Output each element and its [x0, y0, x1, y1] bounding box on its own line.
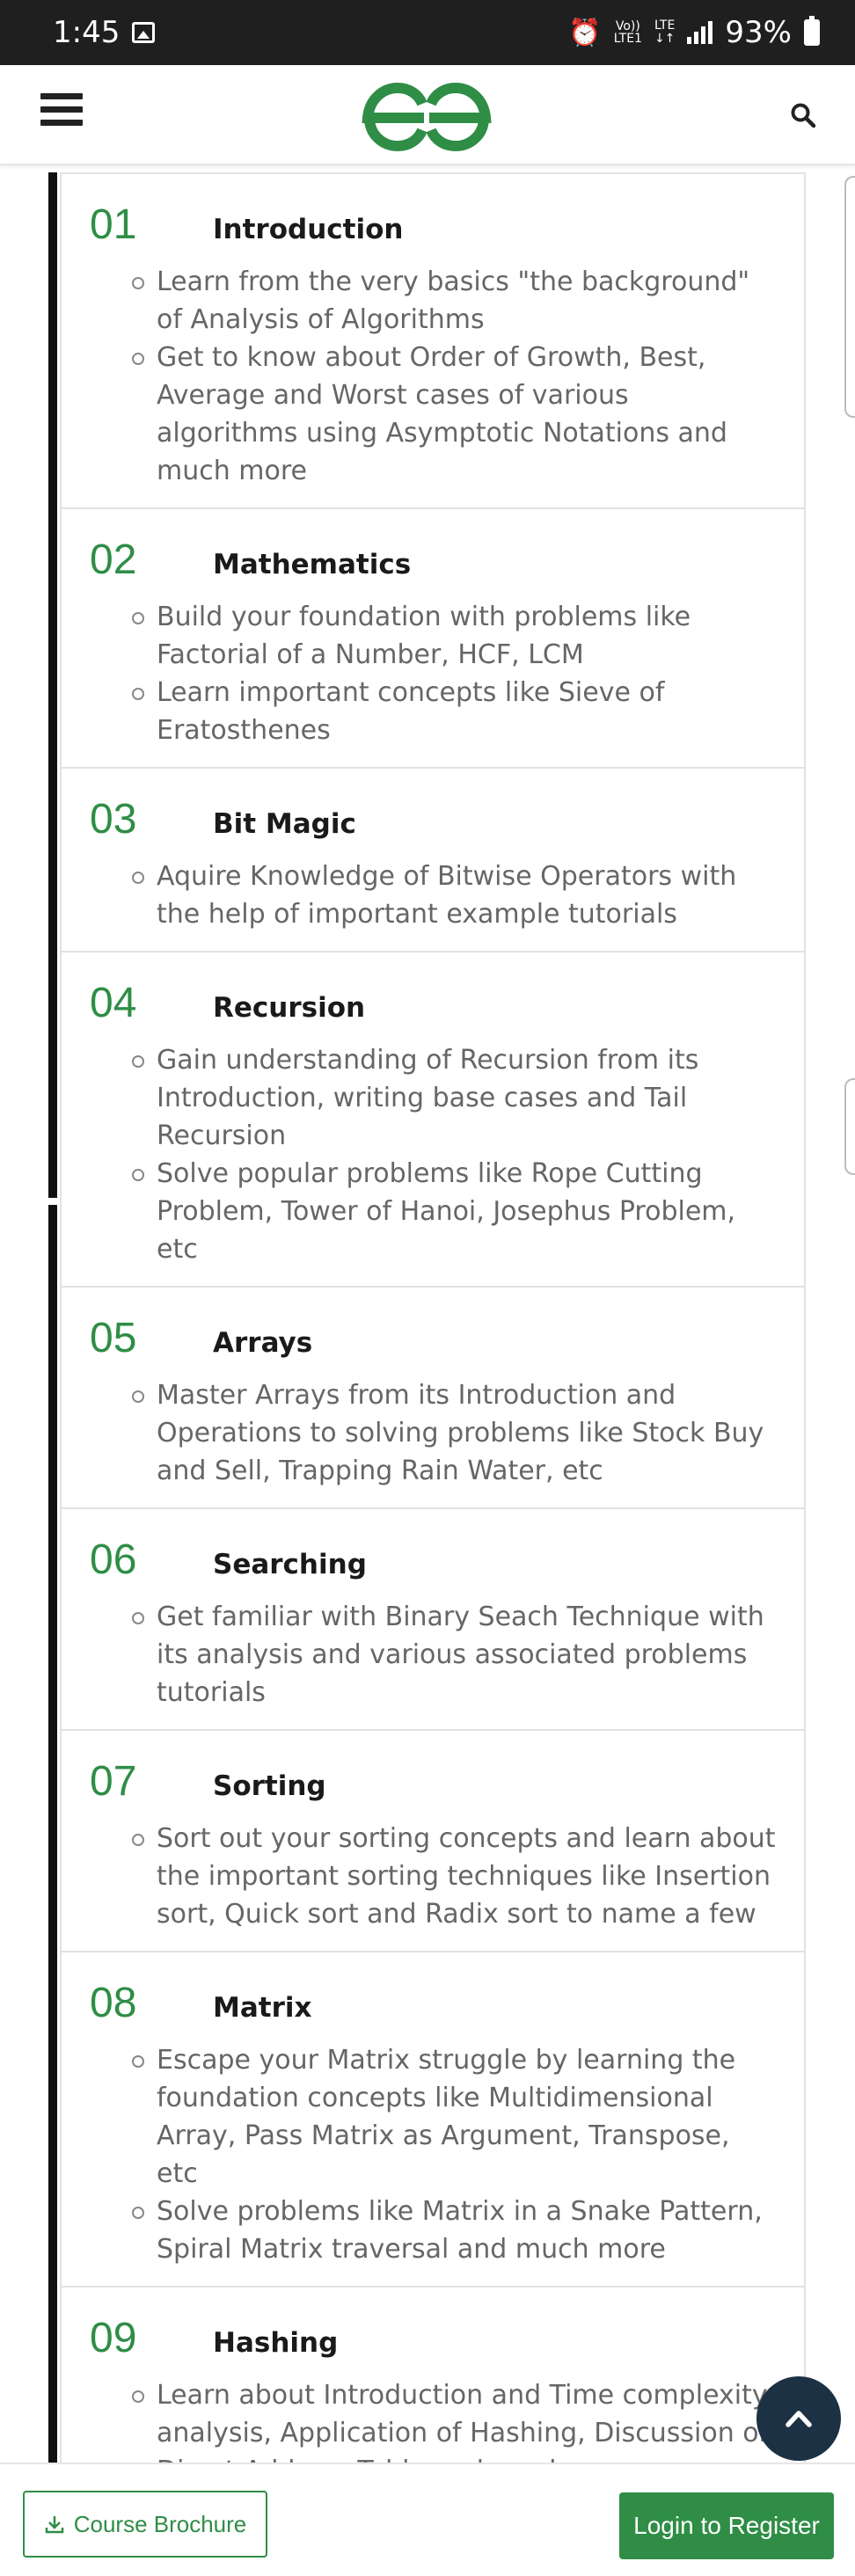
status-time: 1:45: [53, 15, 121, 50]
signal-icon: [687, 21, 713, 44]
timeline-bar: [48, 172, 57, 2463]
topic-list: 01 Introduction Learn from the very basics…: [60, 172, 806, 2463]
topic-header: 06 Searching: [90, 1536, 778, 1584]
timeline-gap: [48, 1198, 57, 1205]
hamburger-menu-icon[interactable]: [40, 93, 83, 132]
topic-point: Solve problems like Matrix in a Snake Pa…: [90, 2193, 778, 2268]
topic-number: 05: [90, 1315, 137, 1361]
status-bar: 1:45 ⏰ Vo)) LTE1 LTE ↓↑ 93%: [0, 0, 855, 65]
topic-point: Get familiar with Binary Seach Technique…: [90, 1598, 778, 1711]
app-header: [0, 65, 855, 165]
lte-line1: LTE: [654, 18, 676, 33]
gfg-logo[interactable]: [361, 79, 493, 153]
topic-points: Escape your Matrix struggle by learning …: [90, 2041, 778, 2268]
topic-header: 09 Hashing: [90, 2314, 778, 2362]
topic-card[interactable]: 08 Matrix Escape your Matrix struggle by l…: [62, 1952, 804, 2288]
topic-point: Learn from the very basics "the backgrou…: [90, 263, 778, 339]
topic-card[interactable]: 02 Mathematics Build your foundation with …: [62, 509, 804, 769]
topic-number: 06: [90, 1536, 137, 1583]
side-scroll-handle[interactable]: [844, 176, 855, 418]
topic-point: Learn about Introduction and Time comple…: [90, 2376, 778, 2463]
topic-header: 07 Sorting: [90, 1757, 778, 1806]
course-brochure-label: Course Brochure: [73, 2510, 247, 2537]
topic-points: Gain understanding of Recursion from its…: [90, 1041, 778, 1268]
topic-card[interactable]: 06 Searching Get familiar with Binary Seac…: [62, 1509, 804, 1731]
topic-card[interactable]: 07 Sorting Sort out your sorting concepts …: [62, 1731, 804, 1952]
download-icon: [45, 2516, 63, 2534]
topic-header: 02 Mathematics: [90, 536, 778, 584]
lte-indicator: LTE ↓↑: [654, 19, 675, 46]
alarm-icon: ⏰: [568, 17, 602, 48]
image-notification-icon: [132, 22, 156, 43]
topic-point: Aquire Knowledge of Bitwise Operators wi…: [90, 857, 778, 933]
topic-point: Sort out your sorting concepts and learn…: [90, 1820, 778, 1933]
topic-card[interactable]: 04 Recursion Gain understanding of Recursi…: [62, 952, 804, 1288]
course-brochure-button[interactable]: Course Brochure: [23, 2491, 267, 2558]
topic-title: Matrix: [213, 1992, 312, 2024]
topic-point: Gain understanding of Recursion from its…: [90, 1041, 778, 1155]
battery-percent: 93%: [725, 15, 792, 50]
topic-point: Learn important concepts like Sieve of E…: [90, 674, 778, 749]
bottom-action-bar: Course Brochure Login to Register: [0, 2463, 855, 2576]
topic-title: Arrays: [213, 1327, 313, 1359]
lte-line2: ↓↑: [654, 32, 676, 46]
topic-point: Build your foundation with problems like…: [90, 598, 778, 674]
side-scroll-handle-secondary[interactable]: [844, 1078, 855, 1175]
topic-point: Escape your Matrix struggle by learning …: [90, 2041, 778, 2193]
topic-point: Master Arrays from its Introduction and …: [90, 1376, 778, 1490]
topic-header: 05 Arrays: [90, 1314, 778, 1362]
topic-points: Master Arrays from its Introduction and …: [90, 1376, 778, 1490]
topic-points: Get familiar with Binary Seach Technique…: [90, 1598, 778, 1711]
topic-points: Build your foundation with problems like…: [90, 598, 778, 749]
search-icon[interactable]: [790, 102, 816, 128]
topic-number: 07: [90, 1758, 137, 1805]
topic-point: Get to know about Order of Growth, Best,…: [90, 339, 778, 490]
topic-number: 03: [90, 796, 137, 843]
topic-title: Mathematics: [213, 549, 412, 580]
topic-title: Recursion: [213, 992, 366, 1024]
topic-number: 04: [90, 980, 137, 1026]
topic-points: Learn about Introduction and Time comple…: [90, 2376, 778, 2463]
topic-points: Sort out your sorting concepts and learn…: [90, 1820, 778, 1933]
scroll-to-top-button[interactable]: [756, 2376, 841, 2461]
topic-points: Aquire Knowledge of Bitwise Operators wi…: [90, 857, 778, 933]
status-indicators: ⏰ Vo)) LTE1 LTE ↓↑ 93%: [568, 15, 820, 50]
topic-number: 02: [90, 536, 137, 583]
topic-number: 08: [90, 1980, 137, 2026]
topic-number: 09: [90, 2315, 137, 2361]
topic-title: Searching: [213, 1549, 367, 1580]
battery-icon: [804, 16, 820, 46]
topic-header: 04 Recursion: [90, 979, 778, 1027]
course-topics-section: 01 Introduction Learn from the very basics…: [0, 167, 855, 2463]
topic-title: Introduction: [213, 214, 404, 245]
topic-card[interactable]: 09 Hashing Learn about Introduction and Ti…: [62, 2288, 804, 2463]
topic-card[interactable]: 05 Arrays Master Arrays from its Introduct…: [62, 1288, 804, 1509]
volte-indicator: Vo)) LTE1: [614, 20, 642, 45]
topic-points: Learn from the very basics "the backgrou…: [90, 263, 778, 490]
chevron-up-icon: [786, 2411, 812, 2427]
topic-header: 01 Introduction: [90, 201, 778, 249]
topic-point: Solve popular problems like Rope Cutting…: [90, 1155, 778, 1268]
topic-title: Bit Magic: [213, 808, 356, 840]
topic-header: 08 Matrix: [90, 1979, 778, 2027]
topic-number: 01: [90, 201, 137, 248]
topic-title: Sorting: [213, 1770, 326, 1802]
topic-card[interactable]: 01 Introduction Learn from the very basics…: [62, 174, 804, 509]
volte-line2: LTE1: [613, 32, 642, 46]
login-to-register-button[interactable]: Login to Register: [619, 2492, 834, 2559]
topic-title: Hashing: [213, 2327, 339, 2359]
topic-header: 03 Bit Magic: [90, 795, 778, 843]
topic-card[interactable]: 03 Bit Magic Aquire Knowledge of Bitwise O…: [62, 769, 804, 952]
